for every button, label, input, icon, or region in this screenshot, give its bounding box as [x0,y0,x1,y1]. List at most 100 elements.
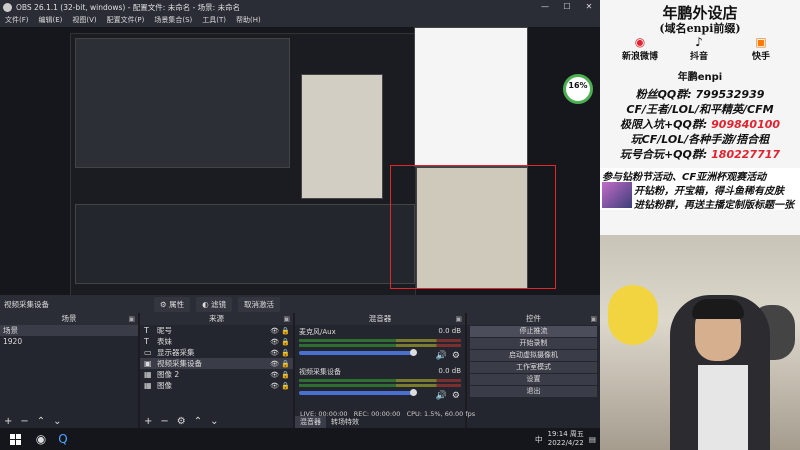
stream-overlay-panel: 年鹏外设店 (域名enpi前缀) ◉ 新浪微博 ♪ 抖音 ▣ 快手 年鹏enpi… [600,0,800,235]
promo-thumbnail [602,182,632,208]
window-title: OBS 26.1.1 (32-bit, windows) - 配置文件: 未命名… [16,2,241,12]
scene-item[interactable]: 1920 [0,336,138,347]
clock[interactable]: 19:14 周五 2022/4/22 [548,430,584,448]
volume-slider[interactable] [299,349,417,356]
weibo-icon: ◉ [634,35,646,49]
nested-docks-thumb [75,204,415,284]
move-down-icon[interactable]: ⌄ [53,416,61,427]
source-item[interactable]: ▦ 图像 2 👁 🔒 [140,369,293,380]
start-button[interactable] [0,428,30,450]
lock-icon[interactable]: 🔒 [281,371,290,379]
exit-button[interactable]: 退出 [470,386,597,397]
lock-icon[interactable]: 🔒 [281,349,290,357]
move-down-icon[interactable]: ⌄ [210,416,218,427]
clock-time: 19:14 周五 [547,430,584,438]
move-up-icon[interactable]: ⌃ [194,416,202,427]
controls-title: 控件 [526,314,541,323]
webcam-feed [600,235,800,450]
remove-source-icon[interactable]: − [160,416,168,427]
channel-settings-icon[interactable]: ⚙ [452,351,460,361]
sources-footer: + − ⚙ ⌃ ⌄ [140,414,293,428]
ime-indicator[interactable]: 中 [535,434,543,445]
source-item[interactable]: ▭ 显示器采集 👁 🔒 [140,347,293,358]
source-name: 昵号 [157,326,172,335]
preview-canvas[interactable]: 16% [0,27,600,317]
sources-header: 来源 ▣ [140,313,293,325]
add-scene-icon[interactable]: + [4,416,12,427]
kuaishou-icon: ▣ [755,35,767,49]
deactivate-button[interactable]: 取消激活 [238,296,281,312]
menu-scene-collection[interactable]: 场景集合(S) [149,14,197,27]
nested-cam-thumb [301,74,383,199]
lock-icon[interactable]: 🔒 [281,382,290,390]
visibility-icon[interactable]: 👁 [270,327,279,335]
app-taskbar-icon[interactable]: Q [52,428,74,450]
visibility-icon[interactable]: 👁 [270,338,279,346]
visibility-icon[interactable]: 👁 [270,371,279,379]
volume-slider[interactable] [299,389,417,396]
add-source-icon[interactable]: + [144,416,152,427]
properties-button[interactable]: ⚙ 属性 [154,296,191,312]
dock-settings-icon[interactable]: ▣ [283,313,290,325]
lock-icon[interactable]: 🔒 [281,327,290,335]
visibility-icon[interactable]: 👁 [270,360,279,368]
cpu-status: CPU: 1.5%, 60.00 fps [406,410,476,418]
controls-dock: 控件 ▣ 停止推流 开始录制 启动虚拟摄像机 工作室模式 设置 退出 [467,313,600,428]
dock-settings-icon[interactable]: ▣ [128,313,135,325]
scene-item[interactable]: 场景 [0,325,138,336]
remove-scene-icon[interactable]: − [20,416,28,427]
dock-settings-icon[interactable]: ▣ [590,313,597,325]
obs-taskbar-icon[interactable]: ◉ [30,428,52,450]
mixer-title: 混音器 [368,314,392,323]
notification-icon[interactable]: ▤ [589,435,596,444]
dock-settings-icon[interactable]: ▣ [455,313,462,325]
settings-button[interactable]: 设置 [470,374,597,385]
visibility-icon[interactable]: 👁 [270,349,279,357]
speaker-icon[interactable]: 🔊 [436,391,447,401]
volume-meter [299,384,461,387]
sources-dock: 来源 ▣ T 昵号 👁 🔒 T 表妹 👁 🔒 ▭ 显示器采集 👁 🔒 ▣ 视频采集设备 👁 🔒 ▦ 图像 … [140,313,295,428]
virtual-camera-button[interactable]: 启动虚拟摄像机 [470,350,597,361]
source-item[interactable]: T 昵号 👁 🔒 [140,325,293,336]
source-item[interactable]: T 表妹 👁 🔒 [140,336,293,347]
menu-edit[interactable]: 编辑(E) [34,14,68,27]
scenes-footer: + − ⌃ ⌄ [0,414,138,428]
lock-icon[interactable]: 🔒 [281,338,290,346]
maximize-button[interactable]: ☐ [556,0,578,14]
menu-view[interactable]: 视图(V) [67,14,101,27]
weibo-link: ◉ 新浪微博 [622,35,658,62]
source-toolbar: 视频采集设备 ⚙ 属性 ◐ 滤镜 取消激活 [0,295,600,313]
obs-logo-icon [3,2,12,12]
source-name: 视频采集设备 [157,359,202,368]
speaker-icon[interactable]: 🔊 [436,351,447,361]
visibility-icon[interactable]: 👁 [270,382,279,390]
close-button[interactable]: ✕ [578,0,600,14]
menu-tools[interactable]: 工具(T) [197,14,231,27]
start-recording-button[interactable]: 开始录制 [470,338,597,349]
lock-icon[interactable]: 🔒 [281,360,290,368]
window-controls: — ☐ ✕ [534,0,600,14]
filters-button[interactable]: ◐ 滤镜 [196,296,233,312]
live-status: LIVE: 00:00:00 [300,410,348,418]
menu-profile[interactable]: 配置文件(P) [102,14,150,27]
channel-db: 0.0 dB [438,327,461,335]
channel-settings-icon[interactable]: ⚙ [452,391,460,401]
games-line: CF/王者/LOL/和平精英/CFM [626,103,774,116]
menu-bar: 文件(F) 编辑(E) 视图(V) 配置文件(P) 场景集合(S) 工具(T) … [0,14,600,27]
channel-name: 视频采集设备 [299,368,341,376]
studio-mode-button[interactable]: 工作室模式 [470,362,597,373]
group-label: 年鹏enpi [677,72,723,83]
taskbar: ◉ Q 中 19:14 周五 2022/4/22 ▤ [0,428,600,450]
selected-source-bounds[interactable] [390,165,556,289]
minimize-button[interactable]: — [534,0,556,14]
kuaishou-link: ▣ 快手 [752,35,770,62]
volume-meter [299,379,461,382]
menu-file[interactable]: 文件(F) [0,14,34,27]
source-item[interactable]: ▦ 图像 👁 🔒 [140,380,293,391]
menu-help[interactable]: 帮助(H) [231,14,266,27]
move-up-icon[interactable]: ⌃ [37,416,45,427]
monitor-source-icon: ▭ [144,348,152,357]
stop-streaming-button[interactable]: 停止推流 [470,326,597,337]
source-settings-icon[interactable]: ⚙ [177,416,186,427]
source-item[interactable]: ▣ 视频采集设备 👁 🔒 [140,358,293,369]
